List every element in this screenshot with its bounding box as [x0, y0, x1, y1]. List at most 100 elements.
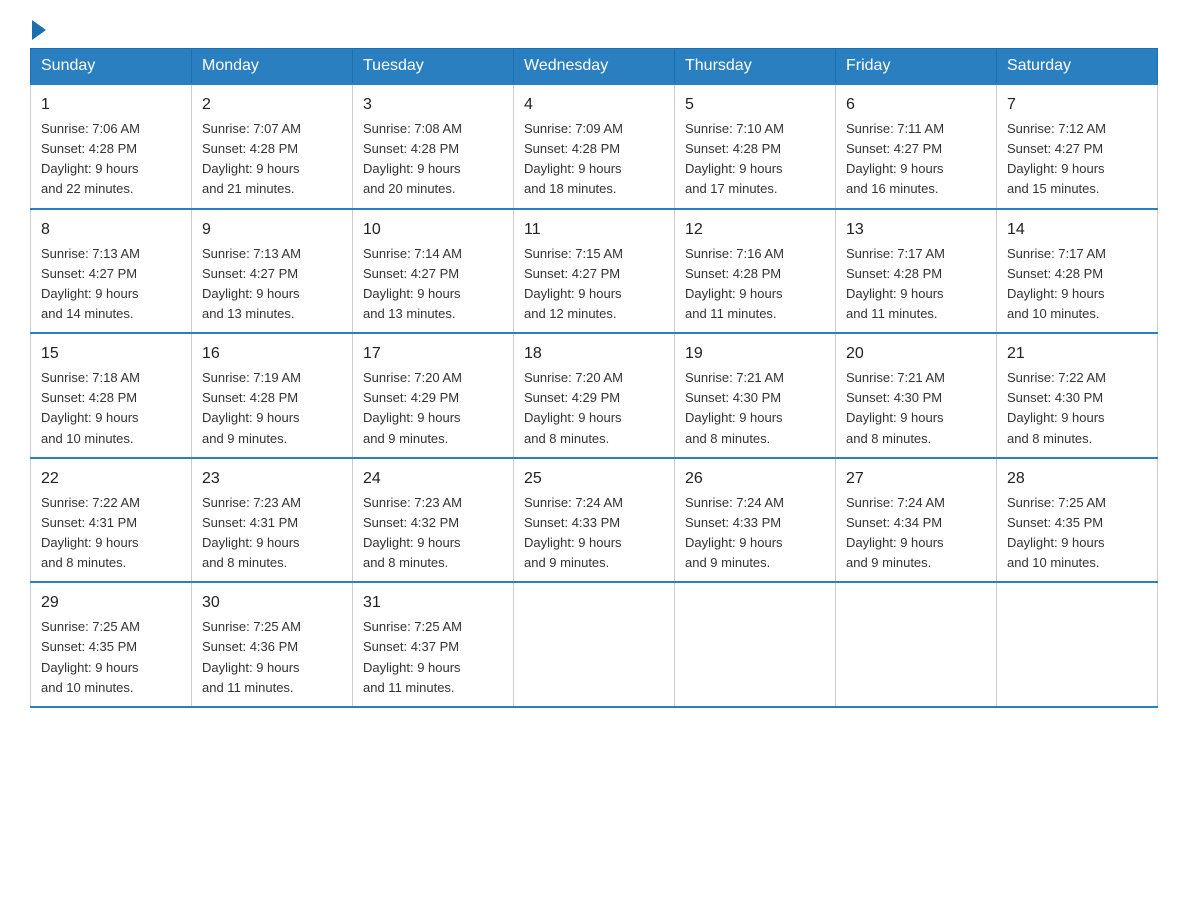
- day-info: Sunrise: 7:21 AMSunset: 4:30 PMDaylight:…: [846, 370, 945, 445]
- calendar-cell: 12 Sunrise: 7:16 AMSunset: 4:28 PMDaylig…: [675, 209, 836, 334]
- page-header: [30, 20, 1158, 38]
- day-number: 10: [363, 218, 503, 242]
- day-number: 23: [202, 467, 342, 491]
- day-number: 9: [202, 218, 342, 242]
- day-number: 28: [1007, 467, 1147, 491]
- calendar-cell: [997, 582, 1158, 707]
- day-info: Sunrise: 7:20 AMSunset: 4:29 PMDaylight:…: [363, 370, 462, 445]
- day-info: Sunrise: 7:11 AMSunset: 4:27 PMDaylight:…: [846, 121, 944, 196]
- day-info: Sunrise: 7:15 AMSunset: 4:27 PMDaylight:…: [524, 246, 623, 321]
- calendar-cell: [514, 582, 675, 707]
- calendar-week-row: 15 Sunrise: 7:18 AMSunset: 4:28 PMDaylig…: [31, 333, 1158, 458]
- calendar-cell: 20 Sunrise: 7:21 AMSunset: 4:30 PMDaylig…: [836, 333, 997, 458]
- calendar-cell: 23 Sunrise: 7:23 AMSunset: 4:31 PMDaylig…: [192, 458, 353, 583]
- day-of-week-header: Saturday: [997, 49, 1158, 85]
- calendar-week-row: 22 Sunrise: 7:22 AMSunset: 4:31 PMDaylig…: [31, 458, 1158, 583]
- day-info: Sunrise: 7:21 AMSunset: 4:30 PMDaylight:…: [685, 370, 784, 445]
- day-info: Sunrise: 7:23 AMSunset: 4:31 PMDaylight:…: [202, 495, 301, 570]
- calendar-cell: 15 Sunrise: 7:18 AMSunset: 4:28 PMDaylig…: [31, 333, 192, 458]
- calendar-cell: 5 Sunrise: 7:10 AMSunset: 4:28 PMDayligh…: [675, 84, 836, 209]
- calendar-cell: 9 Sunrise: 7:13 AMSunset: 4:27 PMDayligh…: [192, 209, 353, 334]
- calendar-cell: 11 Sunrise: 7:15 AMSunset: 4:27 PMDaylig…: [514, 209, 675, 334]
- day-number: 18: [524, 342, 664, 366]
- day-info: Sunrise: 7:13 AMSunset: 4:27 PMDaylight:…: [202, 246, 301, 321]
- day-of-week-header: Thursday: [675, 49, 836, 85]
- calendar-week-row: 29 Sunrise: 7:25 AMSunset: 4:35 PMDaylig…: [31, 582, 1158, 707]
- day-info: Sunrise: 7:22 AMSunset: 4:31 PMDaylight:…: [41, 495, 140, 570]
- day-number: 12: [685, 218, 825, 242]
- calendar-cell: [836, 582, 997, 707]
- calendar-cell: 21 Sunrise: 7:22 AMSunset: 4:30 PMDaylig…: [997, 333, 1158, 458]
- day-info: Sunrise: 7:19 AMSunset: 4:28 PMDaylight:…: [202, 370, 301, 445]
- calendar-cell: 16 Sunrise: 7:19 AMSunset: 4:28 PMDaylig…: [192, 333, 353, 458]
- day-info: Sunrise: 7:17 AMSunset: 4:28 PMDaylight:…: [1007, 246, 1106, 321]
- day-info: Sunrise: 7:25 AMSunset: 4:36 PMDaylight:…: [202, 619, 301, 694]
- calendar-cell: 17 Sunrise: 7:20 AMSunset: 4:29 PMDaylig…: [353, 333, 514, 458]
- day-number: 4: [524, 93, 664, 117]
- calendar-cell: 27 Sunrise: 7:24 AMSunset: 4:34 PMDaylig…: [836, 458, 997, 583]
- calendar-cell: 22 Sunrise: 7:22 AMSunset: 4:31 PMDaylig…: [31, 458, 192, 583]
- day-info: Sunrise: 7:18 AMSunset: 4:28 PMDaylight:…: [41, 370, 140, 445]
- logo-arrow-icon: [32, 20, 46, 40]
- calendar-cell: 14 Sunrise: 7:17 AMSunset: 4:28 PMDaylig…: [997, 209, 1158, 334]
- calendar-cell: 26 Sunrise: 7:24 AMSunset: 4:33 PMDaylig…: [675, 458, 836, 583]
- day-info: Sunrise: 7:20 AMSunset: 4:29 PMDaylight:…: [524, 370, 623, 445]
- day-number: 8: [41, 218, 181, 242]
- day-number: 3: [363, 93, 503, 117]
- day-info: Sunrise: 7:06 AMSunset: 4:28 PMDaylight:…: [41, 121, 140, 196]
- day-info: Sunrise: 7:12 AMSunset: 4:27 PMDaylight:…: [1007, 121, 1106, 196]
- day-info: Sunrise: 7:25 AMSunset: 4:35 PMDaylight:…: [41, 619, 140, 694]
- day-info: Sunrise: 7:16 AMSunset: 4:28 PMDaylight:…: [685, 246, 784, 321]
- calendar-cell: 30 Sunrise: 7:25 AMSunset: 4:36 PMDaylig…: [192, 582, 353, 707]
- day-number: 29: [41, 591, 181, 615]
- day-of-week-header: Sunday: [31, 49, 192, 85]
- day-info: Sunrise: 7:17 AMSunset: 4:28 PMDaylight:…: [846, 246, 945, 321]
- day-info: Sunrise: 7:25 AMSunset: 4:37 PMDaylight:…: [363, 619, 462, 694]
- calendar-cell: 31 Sunrise: 7:25 AMSunset: 4:37 PMDaylig…: [353, 582, 514, 707]
- calendar-cell: 10 Sunrise: 7:14 AMSunset: 4:27 PMDaylig…: [353, 209, 514, 334]
- day-info: Sunrise: 7:24 AMSunset: 4:33 PMDaylight:…: [524, 495, 623, 570]
- calendar-cell: 1 Sunrise: 7:06 AMSunset: 4:28 PMDayligh…: [31, 84, 192, 209]
- day-of-week-header: Monday: [192, 49, 353, 85]
- calendar-cell: 3 Sunrise: 7:08 AMSunset: 4:28 PMDayligh…: [353, 84, 514, 209]
- day-number: 5: [685, 93, 825, 117]
- day-number: 21: [1007, 342, 1147, 366]
- day-number: 2: [202, 93, 342, 117]
- calendar-cell: 13 Sunrise: 7:17 AMSunset: 4:28 PMDaylig…: [836, 209, 997, 334]
- day-number: 26: [685, 467, 825, 491]
- calendar-cell: 4 Sunrise: 7:09 AMSunset: 4:28 PMDayligh…: [514, 84, 675, 209]
- calendar-cell: 8 Sunrise: 7:13 AMSunset: 4:27 PMDayligh…: [31, 209, 192, 334]
- calendar-table: SundayMondayTuesdayWednesdayThursdayFrid…: [30, 48, 1158, 708]
- day-info: Sunrise: 7:08 AMSunset: 4:28 PMDaylight:…: [363, 121, 462, 196]
- calendar-cell: 28 Sunrise: 7:25 AMSunset: 4:35 PMDaylig…: [997, 458, 1158, 583]
- day-number: 16: [202, 342, 342, 366]
- day-number: 27: [846, 467, 986, 491]
- day-info: Sunrise: 7:24 AMSunset: 4:34 PMDaylight:…: [846, 495, 945, 570]
- day-number: 31: [363, 591, 503, 615]
- day-info: Sunrise: 7:23 AMSunset: 4:32 PMDaylight:…: [363, 495, 462, 570]
- calendar-cell: [675, 582, 836, 707]
- calendar-cell: 6 Sunrise: 7:11 AMSunset: 4:27 PMDayligh…: [836, 84, 997, 209]
- logo: [30, 20, 46, 38]
- day-info: Sunrise: 7:25 AMSunset: 4:35 PMDaylight:…: [1007, 495, 1106, 570]
- day-number: 11: [524, 218, 664, 242]
- calendar-cell: 2 Sunrise: 7:07 AMSunset: 4:28 PMDayligh…: [192, 84, 353, 209]
- day-of-week-header: Friday: [836, 49, 997, 85]
- day-info: Sunrise: 7:07 AMSunset: 4:28 PMDaylight:…: [202, 121, 301, 196]
- calendar-cell: 25 Sunrise: 7:24 AMSunset: 4:33 PMDaylig…: [514, 458, 675, 583]
- day-info: Sunrise: 7:24 AMSunset: 4:33 PMDaylight:…: [685, 495, 784, 570]
- calendar-cell: 19 Sunrise: 7:21 AMSunset: 4:30 PMDaylig…: [675, 333, 836, 458]
- calendar-cell: 7 Sunrise: 7:12 AMSunset: 4:27 PMDayligh…: [997, 84, 1158, 209]
- day-number: 22: [41, 467, 181, 491]
- day-number: 20: [846, 342, 986, 366]
- calendar-header-row: SundayMondayTuesdayWednesdayThursdayFrid…: [31, 49, 1158, 85]
- calendar-cell: 29 Sunrise: 7:25 AMSunset: 4:35 PMDaylig…: [31, 582, 192, 707]
- day-number: 25: [524, 467, 664, 491]
- day-info: Sunrise: 7:13 AMSunset: 4:27 PMDaylight:…: [41, 246, 140, 321]
- day-number: 19: [685, 342, 825, 366]
- day-number: 13: [846, 218, 986, 242]
- calendar-week-row: 1 Sunrise: 7:06 AMSunset: 4:28 PMDayligh…: [31, 84, 1158, 209]
- day-number: 1: [41, 93, 181, 117]
- day-info: Sunrise: 7:22 AMSunset: 4:30 PMDaylight:…: [1007, 370, 1106, 445]
- day-of-week-header: Wednesday: [514, 49, 675, 85]
